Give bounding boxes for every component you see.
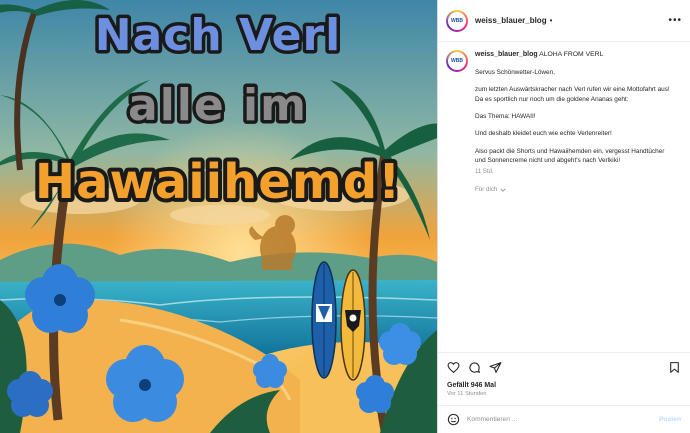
comment-bar: Posten [438, 405, 690, 433]
post-age: Vor 11 Stunden [447, 391, 487, 397]
surfboard-yellow [340, 269, 366, 381]
caption-title-line: weiss_blauer_blog ALOHA FROM VERL [475, 50, 675, 60]
post-header: WBB weiss_blauer_blog • ••• [438, 0, 690, 42]
headline-line-1: Nach Verl [95, 10, 342, 61]
header-username[interactable]: weiss_blauer_blog [475, 16, 547, 25]
caption-username[interactable]: weiss_blauer_blog [475, 51, 538, 58]
caption-avatar-logo: WBB [448, 52, 466, 70]
heart-icon[interactable] [447, 361, 460, 374]
like-count[interactable]: Gefällt 946 Mal [438, 382, 690, 389]
caption-paragraph-3: Und deshalb kleidet euch wie echte Verle… [475, 130, 612, 138]
caption-greeting: Servus Schönwetter-Löwen, [475, 69, 555, 77]
bookmark-icon[interactable] [668, 361, 681, 374]
avatar[interactable]: WBB [446, 9, 468, 32]
comment-input[interactable] [467, 416, 660, 423]
caption-paragraph-4: Also packt die Shorts und Hawaiihemden e… [475, 147, 665, 164]
translation-toggle[interactable]: Für dich [475, 186, 675, 195]
surfboard-blue [311, 261, 337, 379]
caption-area: WBB weiss_blauer_blog ALOHA FROM VERL Se… [438, 42, 690, 352]
headline-line-2: alle im [128, 80, 308, 131]
smiley-icon[interactable] [447, 413, 460, 426]
caption-paragraph-1: zum letzten Auswärtskracher nach Verl ru… [475, 86, 670, 103]
post-side-panel: WBB weiss_blauer_blog • ••• WBB weiss_bl… [437, 0, 690, 433]
caption-body: weiss_blauer_blog ALOHA FROM VERL Servus… [475, 50, 675, 195]
headline-line-3: Hawaiihemd! [35, 154, 401, 210]
hawaii-poster-illustration: Nach Verl alle im Hawaiihemd! [0, 0, 437, 433]
post-comment-button[interactable]: Posten [659, 416, 681, 423]
action-bar [438, 352, 690, 382]
comment-icon[interactable] [468, 361, 481, 374]
caption-avatar[interactable]: WBB [446, 50, 468, 72]
caption-paragraph-2: Das Thema: HAWAII! [475, 112, 536, 120]
caption-timestamp: 11 Std. [475, 169, 494, 176]
avatar-logo: WBB [448, 11, 466, 30]
share-icon[interactable] [489, 361, 502, 374]
translation-label: Für dich [475, 185, 498, 193]
post-image[interactable]: Nach Verl alle im Hawaiihemd! [0, 0, 437, 433]
instagram-post-view: Nach Verl alle im Hawaiihemd! WBB weiss_… [0, 0, 690, 433]
header-separator: • [549, 16, 553, 25]
more-options-icon[interactable]: ••• [668, 15, 682, 26]
caption-title: ALOHA FROM VERL [539, 51, 604, 58]
chevron-down-icon [500, 188, 507, 193]
caption-row: WBB weiss_blauer_blog ALOHA FROM VERL Se… [446, 50, 682, 195]
